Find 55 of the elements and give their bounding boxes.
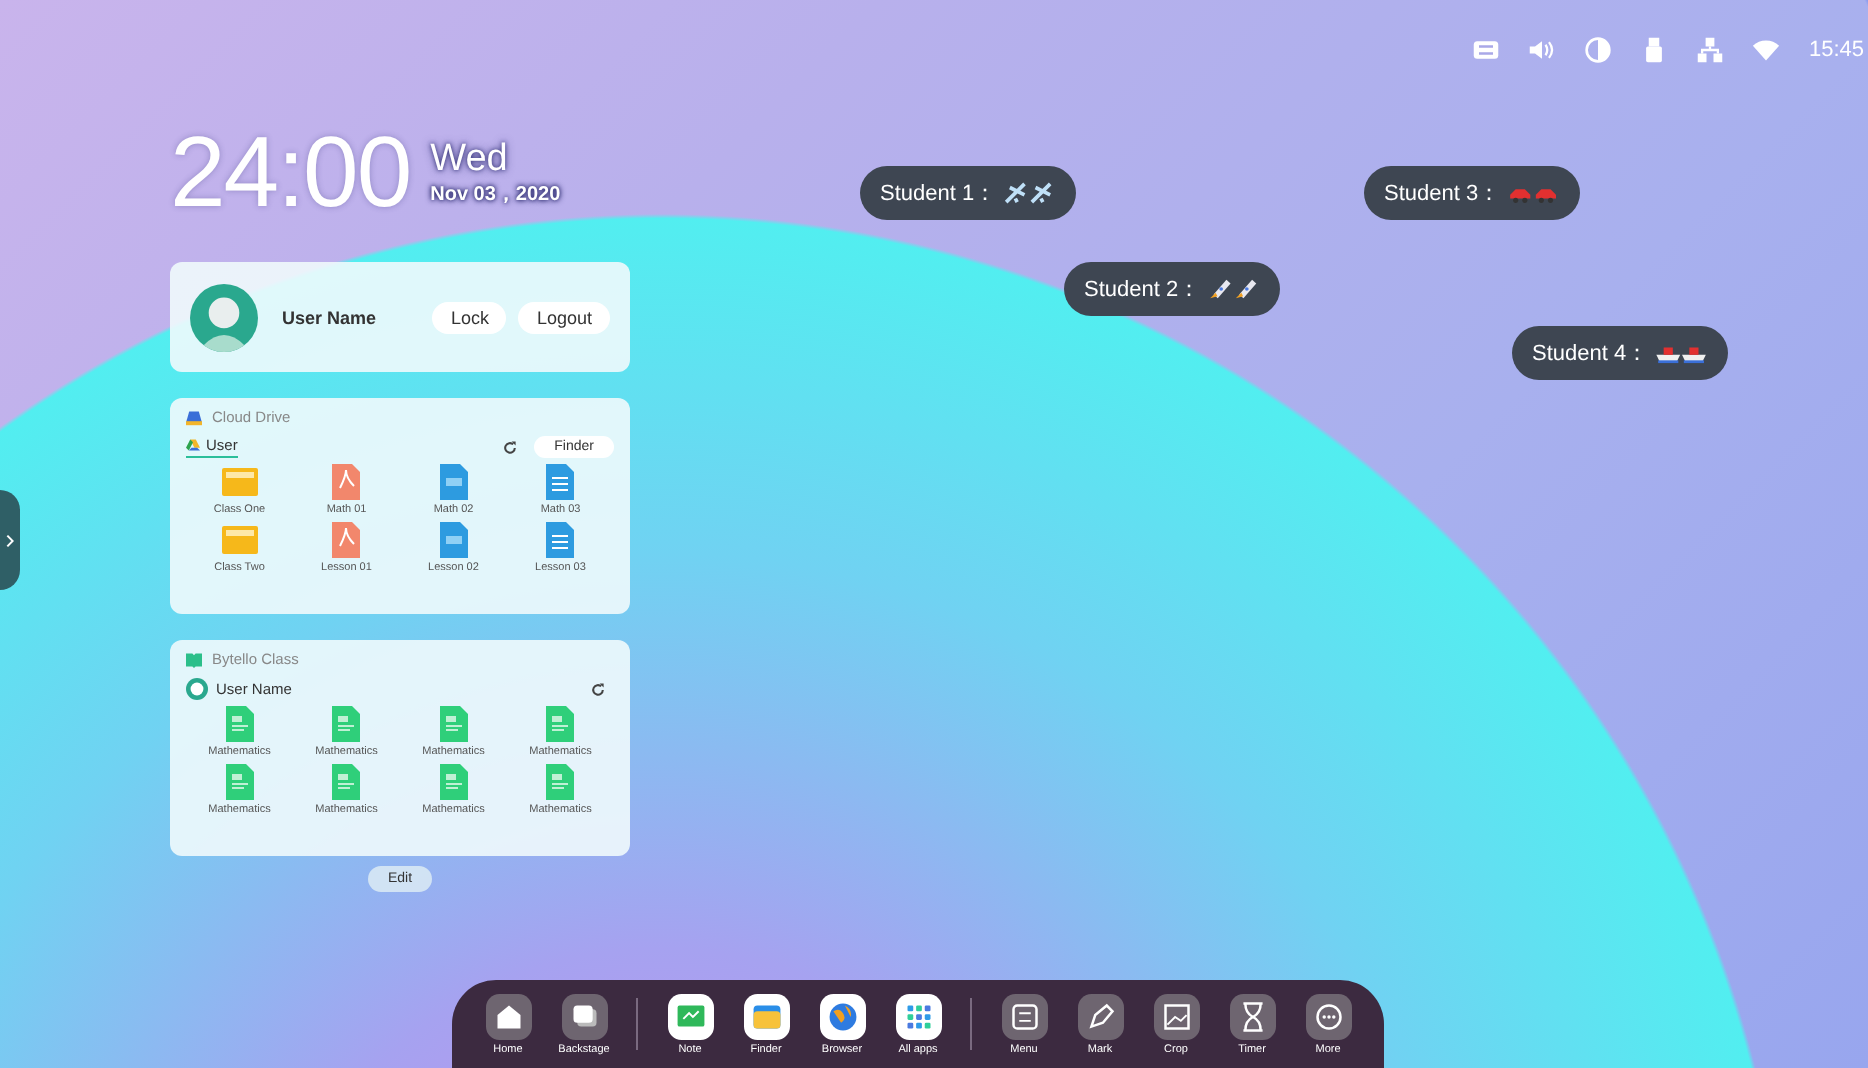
pdf-file-icon[interactable]: [328, 464, 365, 500]
house-icon: [485, 993, 531, 1039]
folder-icon[interactable]: [221, 464, 258, 500]
account-button[interactable]: Lock: [432, 301, 507, 333]
airplane-icon: [1004, 182, 1057, 204]
document-icon[interactable]: [435, 464, 472, 500]
network-icon[interactable]: [1696, 36, 1725, 64]
app-grid-icon: [895, 993, 941, 1039]
drive-icon: [186, 409, 202, 425]
weekday: Wed: [430, 140, 510, 180]
student-label: Student 4：: [1532, 340, 1649, 368]
clock-time: 15:45: [1808, 38, 1864, 62]
switch-icon: [1001, 993, 1047, 1039]
document-icon[interactable]: [435, 522, 472, 558]
half-circle-icon[interactable]: [1584, 36, 1613, 64]
student-label: Student 1：: [880, 180, 997, 208]
globe-icon: [819, 993, 865, 1039]
switch-icon[interactable]: [1472, 36, 1501, 64]
drive-icon: [186, 438, 200, 452]
chevron-right-icon: [6, 533, 14, 547]
pdf-file-icon[interactable]: [328, 522, 365, 558]
hourglass-icon: [1229, 993, 1275, 1039]
document-icon[interactable]: [542, 706, 579, 742]
document-icon[interactable]: [328, 706, 365, 742]
student-label: Student 2：: [1084, 276, 1201, 304]
text-file-icon[interactable]: [542, 464, 579, 500]
refresh-icon[interactable]: [502, 439, 519, 455]
side-panel-handle[interactable]: [0, 490, 20, 590]
refresh-icon[interactable]: [590, 681, 606, 697]
wifi-icon[interactable]: [1752, 36, 1781, 64]
date: Nov 03，2020: [430, 182, 561, 208]
folder-icon: [743, 993, 789, 1039]
stacked-windows-icon: [561, 993, 607, 1039]
marker-icon: [1077, 993, 1123, 1039]
document-icon[interactable]: [435, 706, 472, 742]
document-icon[interactable]: [328, 764, 365, 800]
avatar-icon: [190, 283, 258, 351]
clock-time: 24:00: [170, 116, 411, 228]
image-icon: [1153, 993, 1199, 1039]
text-file-icon[interactable]: [542, 522, 579, 558]
avatar-icon: [186, 678, 208, 700]
document-icon[interactable]: [435, 764, 472, 800]
rocket-icon: [1208, 278, 1261, 300]
folder-icon[interactable]: [221, 522, 258, 558]
book-icon: [186, 651, 202, 667]
student-label: Student 3：: [1384, 180, 1501, 208]
account-button[interactable]: Logout: [518, 301, 610, 333]
ship-icon: [1656, 342, 1709, 364]
document-icon[interactable]: [221, 764, 258, 800]
more-icon: [1305, 993, 1351, 1039]
speaker-icon[interactable]: [1528, 36, 1557, 64]
document-icon[interactable]: [221, 706, 258, 742]
user-name: User Name: [282, 307, 379, 327]
document-icon[interactable]: [542, 764, 579, 800]
board-icon: [667, 993, 713, 1039]
